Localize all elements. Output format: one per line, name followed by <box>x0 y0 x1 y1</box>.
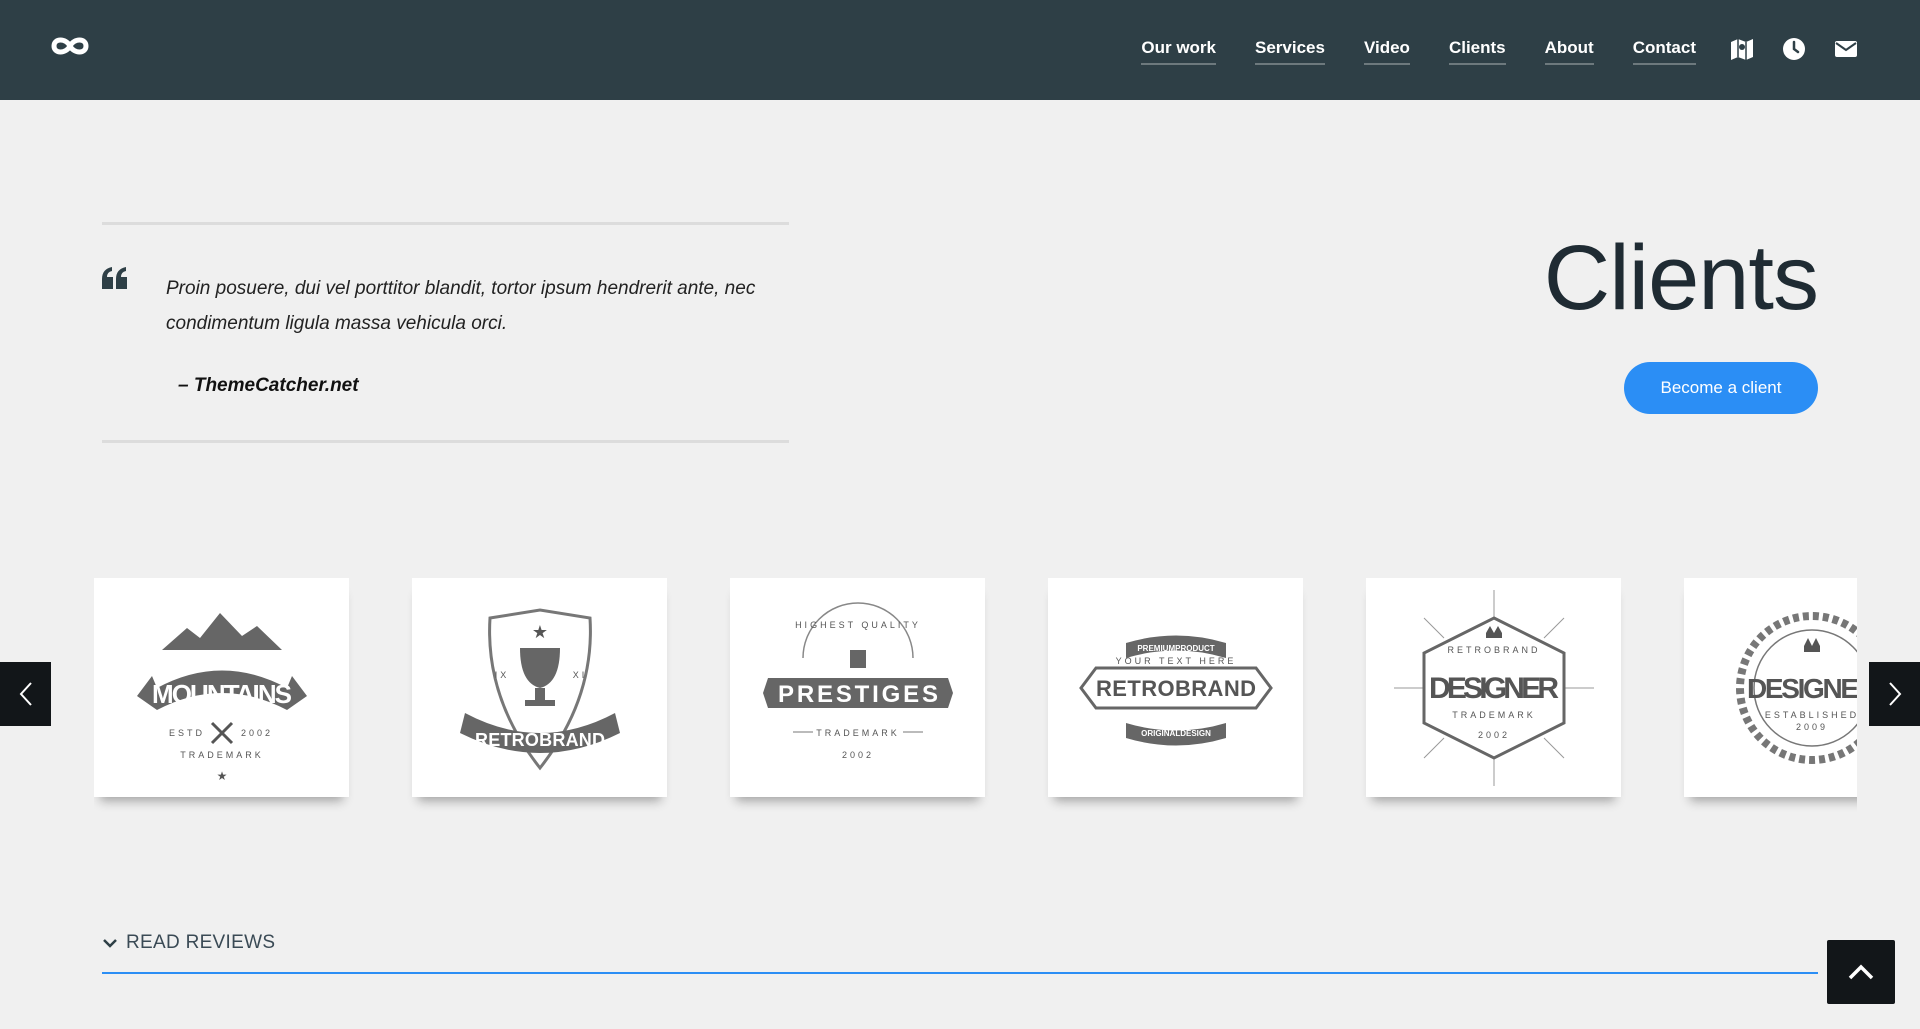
header-icons <box>1730 37 1858 61</box>
clock-icon[interactable] <box>1782 37 1806 61</box>
chevron-down-icon <box>103 939 117 948</box>
svg-text:MOUNTAINS: MOUNTAINS <box>152 679 292 709</box>
retrobrand-badge-logo: PREMIUMPRODUCT RETROBRAND YOUR TEXT HERE… <box>1078 635 1273 745</box>
svg-text:RETROBRAND: RETROBRAND <box>1447 645 1540 655</box>
testimonial-quote: Proin posuere, dui vel porttitor blandit… <box>102 222 789 443</box>
read-reviews-label: READ REVIEWS <box>126 932 276 953</box>
mountains-logo: MOUNTAINS ESTD 2002 TRADEMARK ★ <box>136 612 307 783</box>
svg-text:2009: 2009 <box>1795 722 1827 732</box>
client-logo-card[interactable]: HIGHEST QUALITY PRESTIGES TRADEMARK 2002 <box>730 578 985 797</box>
client-logo-card[interactable]: DESIGNER ESTABLISHED 2009 <box>1684 578 1857 797</box>
svg-text:TRADEMARK: TRADEMARK <box>816 728 900 738</box>
mail-icon[interactable] <box>1834 37 1858 61</box>
client-logo-card[interactable]: RETROBRAND DESIGNER TRADEMARK 2002 <box>1366 578 1621 797</box>
site-header: Our work Services Video Clients About Co… <box>0 0 1920 100</box>
svg-text:ESTD: ESTD <box>168 728 204 738</box>
back-to-top-button[interactable] <box>1827 940 1895 1004</box>
svg-text:PRESTIGES: PRESTIGES <box>778 681 938 708</box>
svg-text:ESTABLISHED: ESTABLISHED <box>1764 710 1857 720</box>
svg-text:★: ★ <box>531 622 547 642</box>
svg-text:RETROBRAND: RETROBRAND <box>475 730 605 750</box>
reviews-section: READ REVIEWS <box>102 928 1818 974</box>
chevron-up-icon <box>1848 964 1874 980</box>
client-logo-card[interactable]: ★ IX XI RETROBRAND <box>412 578 667 797</box>
nav-clients[interactable]: Clients <box>1448 38 1506 65</box>
svg-text:DESIGNER: DESIGNER <box>1747 673 1858 704</box>
main-nav: Our work Services Video Clients About Co… <box>1141 38 1696 65</box>
svg-text:IX: IX <box>494 670 509 680</box>
svg-text:RETROBRAND: RETROBRAND <box>1096 676 1256 701</box>
nav-about[interactable]: About <box>1544 38 1594 65</box>
carousel-next-button[interactable] <box>1869 662 1920 726</box>
svg-text:ORIGINALDESIGN: ORIGINALDESIGN <box>1141 729 1211 738</box>
svg-text:2002: 2002 <box>1477 730 1509 740</box>
svg-text:TRADEMARK: TRADEMARK <box>180 750 264 760</box>
svg-text:PREMIUMPRODUCT: PREMIUMPRODUCT <box>1137 644 1214 653</box>
client-logo-card[interactable]: PREMIUMPRODUCT RETROBRAND YOUR TEXT HERE… <box>1048 578 1303 797</box>
chevron-right-icon <box>1888 682 1901 706</box>
map-icon[interactable] <box>1730 37 1754 61</box>
infinity-logo-icon[interactable] <box>48 32 94 60</box>
svg-text:2002: 2002 <box>240 728 272 738</box>
client-logo-card[interactable]: MOUNTAINS ESTD 2002 TRADEMARK ★ <box>94 578 349 797</box>
carousel-prev-button[interactable] <box>0 662 51 726</box>
retrobrand-shield-logo: ★ IX XI RETROBRAND <box>459 607 620 770</box>
page-title: Clients <box>1543 227 1819 329</box>
svg-text:★: ★ <box>216 769 227 783</box>
chevron-left-icon <box>19 682 32 706</box>
svg-text:DESIGNER: DESIGNER <box>1429 672 1559 705</box>
quote-author: – ThemeCatcher.net <box>178 375 359 396</box>
prestiges-logo: HIGHEST QUALITY PRESTIGES TRADEMARK 2002 <box>762 601 953 760</box>
read-reviews-toggle[interactable]: READ REVIEWS <box>102 932 275 954</box>
svg-text:XI: XI <box>572 670 587 680</box>
quote-text: Proin posuere, dui vel porttitor blandit… <box>166 278 756 334</box>
svg-text:TRADEMARK: TRADEMARK <box>1452 710 1536 720</box>
designer-logo: RETROBRAND DESIGNER TRADEMARK 2002 <box>1393 589 1594 786</box>
nav-services[interactable]: Services <box>1255 38 1325 65</box>
clients-carousel: MOUNTAINS ESTD 2002 TRADEMARK ★ ★ IX XI … <box>94 578 1857 818</box>
become-client-button[interactable]: Become a client <box>1624 362 1818 414</box>
nav-contact[interactable]: Contact <box>1632 38 1696 65</box>
designer-round-logo: DESIGNER ESTABLISHED 2009 <box>1735 611 1858 764</box>
nav-our-work[interactable]: Our work <box>1141 38 1216 65</box>
svg-text:YOUR TEXT HERE: YOUR TEXT HERE <box>1115 656 1236 666</box>
svg-text:2002: 2002 <box>841 750 873 760</box>
nav-video[interactable]: Video <box>1363 38 1410 65</box>
svg-text:HIGHEST QUALITY: HIGHEST QUALITY <box>795 620 921 630</box>
quote-icon <box>102 267 127 289</box>
